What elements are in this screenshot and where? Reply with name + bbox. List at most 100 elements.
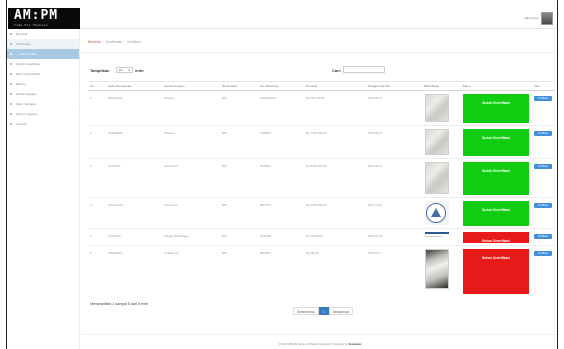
payment-proof-image[interactable]: [425, 201, 449, 225]
cell-status: Sudah Diverifikasi: [460, 90, 532, 126]
status-badge: Sudah Diverifikasi: [463, 162, 529, 195]
sidebar-item-semua-data[interactable]: Semua Data: [7, 49, 79, 59]
sidebar-item-label: Data Pengguna: [16, 112, 37, 116]
verify-button[interactable]: Verifikasi: [534, 131, 552, 136]
menu-bullet-icon: [10, 73, 12, 75]
sidebar-item-label: Barang: [16, 82, 26, 86]
breadcrumb-current: Verifikasi: [127, 40, 141, 44]
cell-nama: Dewi Aurel: [162, 158, 220, 198]
payment-proof-image[interactable]: [425, 94, 449, 122]
cell-nama: Panggo Wicaanggo: [162, 228, 220, 246]
search-input[interactable]: [343, 66, 385, 73]
menu-bullet-icon: [10, 123, 12, 125]
verify-button[interactable]: Verifikasi: [534, 96, 552, 101]
cell-tanggal: 2018-03-1: [366, 245, 422, 296]
cell-aksi: Verifikasi: [532, 197, 555, 229]
sidebar-item-konfirmasi[interactable]: Konfirmasi ⌄: [7, 39, 79, 49]
sidebar-item-laporan[interactable]: Laporan: [7, 119, 79, 129]
cell-status: Sudah Diverifikasi: [460, 197, 532, 229]
payment-proof-image[interactable]: [425, 129, 449, 155]
cell-bank: BNI: [220, 158, 258, 198]
cell-rekening: 1970639: [258, 228, 304, 246]
logo-subtitle: Time For Fashion: [14, 23, 48, 27]
sidebar-item-label: Konfirmasi: [16, 42, 31, 46]
entries-length-select[interactable]: 10 ▾: [116, 67, 133, 73]
sidebar-item-label: Data Transaksi: [16, 102, 37, 106]
user-name[interactable]: adminstore: [524, 16, 539, 20]
cell-tanggal: 2018-06-27: [366, 90, 422, 126]
breadcrumb-konfirmasi[interactable]: Konfirmasi: [106, 40, 122, 44]
status-badge: Sudah Diverifikasi: [463, 201, 529, 226]
breadcrumb-home[interactable]: Beranda: [88, 40, 101, 44]
cell-nominal: Rp 8.600.000,00: [304, 158, 366, 198]
sidebar-item-sudah-diverifikasi[interactable]: Sudah Diverifikasi: [7, 59, 79, 69]
cell-aksi: Verifikasi: [532, 158, 555, 198]
logo[interactable]: AM:PM Time For Fashion: [8, 8, 80, 29]
cell-kode: 3GaW8B9X: [106, 125, 162, 159]
cell-tanggal: 2018-06-27: [366, 125, 422, 159]
menu-bullet-icon: [10, 43, 12, 45]
footer: © 2018 AM:PM Store, All Rights Reserved …: [81, 342, 557, 346]
sidebar-item-kelola-kategori[interactable]: Kelola Kategori: [7, 89, 79, 99]
column-header-bukti-bayar[interactable]: Bukti Bayar: [422, 81, 460, 91]
cell-bank: BNI: [220, 90, 258, 126]
column-header-aksi[interactable]: Aksi: [532, 81, 555, 91]
sidebar-item-label: Beranda: [16, 32, 28, 36]
menu-bullet-icon: [10, 93, 12, 95]
cell-nominal: Rp 262.000,00: [304, 90, 366, 126]
verify-button[interactable]: Verifikasi: [534, 251, 552, 256]
cell-status: Belum Diverifikasi: [460, 245, 532, 296]
pagination-prev[interactable]: Sebelumnya: [293, 307, 319, 315]
cell-rekening: 8023934: [258, 245, 304, 296]
cell-bukti-bayar: [422, 90, 460, 126]
column-header-tanggal-transfer[interactable]: Tanggal Transfer: [366, 81, 422, 91]
cell-no: 3: [88, 158, 106, 198]
breadcrumb: Beranda › Konfirmasi › Verifikasi: [88, 40, 141, 44]
column-header-no[interactable]: No.: [88, 81, 106, 91]
cell-aksi: Verifikasi: [532, 125, 555, 159]
column-header-nama-pengirim[interactable]: Nama Pengirim: [162, 81, 220, 91]
payment-proof-image[interactable]: [425, 249, 449, 289]
cell-no: 5: [88, 228, 106, 246]
table-row: 1 8dNyUtPE3 Wicaang BNI 3262828020 Rp 262.000…: [88, 90, 555, 126]
verify-button[interactable]: Verifikasi: [534, 234, 552, 239]
cell-rekening: 9827075: [258, 197, 304, 229]
app-window: AM:PM Time For Fashion adminstore Berand…: [6, 0, 558, 349]
column-header-nama-bank[interactable]: Nama Bank: [220, 81, 258, 91]
cell-bank: BNI: [220, 228, 258, 246]
avatar[interactable]: [541, 12, 553, 25]
sidebar-item-label: Sudah Diverifikasi: [16, 62, 41, 66]
column-header-nominal[interactable]: Nominal: [304, 81, 366, 91]
footer-brand[interactable]: Semantec: [348, 342, 361, 346]
cell-aksi: Verifikasi: [532, 90, 555, 126]
top-bar: AM:PM Time For Fashion adminstore: [7, 8, 557, 29]
cell-bukti-bayar: [422, 125, 460, 159]
menu-bullet-icon: [10, 103, 12, 105]
cell-tanggal: 2018-10-16: [366, 228, 422, 246]
menu-bullet-icon: [10, 83, 12, 85]
cell-tanggal: 2018-06-27: [366, 158, 422, 198]
column-header-status[interactable]: Status: [460, 81, 532, 91]
column-header-no-rekening[interactable]: No. Rekening: [258, 81, 304, 91]
cell-nama: Dewi Aurel: [162, 197, 220, 229]
column-header-kode-pemesanan[interactable]: Kode Pemesanan: [106, 81, 162, 91]
sidebar-item-barang[interactable]: Barang ›: [7, 79, 79, 89]
sidebar-item-belum-diverifikasi[interactable]: Belum Diverifikasi: [7, 69, 79, 79]
sidebar-item-label: Semua Data: [20, 52, 37, 56]
cell-bank: BNI: [220, 245, 258, 296]
pagination-page-1[interactable]: 1: [318, 307, 329, 315]
payment-proof-image[interactable]: [425, 232, 449, 238]
cell-no: 4: [88, 197, 106, 229]
receipt-header-bar: [425, 232, 449, 234]
menu-bullet-icon: [10, 53, 12, 55]
sidebar-item-label: Kelola Kategori: [16, 92, 37, 96]
sidebar-item-beranda[interactable]: Beranda: [7, 29, 79, 39]
table-row: 6 D3Hn66Wq Lintang sari BNI 8023934 Rp 292.00…: [88, 245, 555, 296]
sidebar-item-data-transaksi[interactable]: Data Transaksi ›: [7, 99, 79, 109]
sidebar-item-data-pengguna[interactable]: Data Pengguna: [7, 109, 79, 119]
verify-button[interactable]: Verifikasi: [534, 164, 552, 169]
cell-tanggal: 2017-11-24: [366, 197, 422, 229]
payment-proof-image[interactable]: [425, 162, 449, 194]
pagination-next[interactable]: Selanjutnya: [328, 307, 354, 315]
verify-button[interactable]: Verifikasi: [534, 203, 552, 208]
